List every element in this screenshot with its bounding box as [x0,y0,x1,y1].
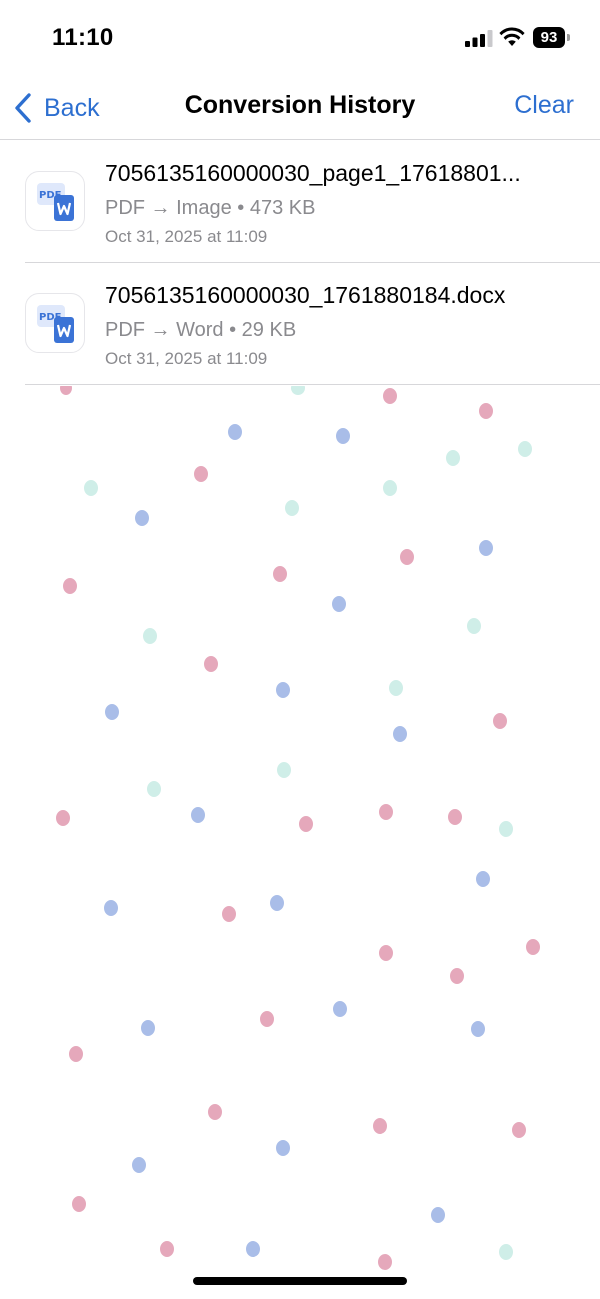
history-item[interactable]: PDF 7056135160000030_1761880184.docx PDF… [0,263,600,385]
file-meta: PDF → Word • 29 KB [105,319,297,341]
cellular-signal-icon [465,30,493,47]
file-size: 29 KB [241,319,297,341]
battery-level: 93 [533,27,565,48]
page-title: Conversion History [184,91,416,119]
wifi-icon [499,27,525,46]
conversion-type: PDF → Image [105,197,232,219]
row-divider [25,384,600,385]
history-item[interactable]: PDF 7056135160000030_page1_17618801... P… [0,141,600,263]
home-indicator[interactable] [193,1277,407,1285]
decorative-dot-pattern [56,386,540,1270]
file-date: Oct 31, 2025 at 11:09 [105,227,268,246]
pdf-convert-icon: PDF [25,171,85,231]
file-size: 473 KB [249,197,316,219]
file-meta: PDF → Image • 473 KB [105,197,316,219]
navigation-bar: Back Conversion History Clear [0,80,600,140]
file-name: 7056135160000030_page1_17618801... [105,160,521,186]
status-time: 11:10 [52,24,114,51]
file-date: Oct 31, 2025 at 11:09 [105,349,268,368]
battery-icon: 93 [533,27,573,48]
history-list: PDF 7056135160000030_page1_17618801... P… [0,141,600,385]
clear-button[interactable]: Clear [514,91,574,120]
pdf-convert-icon: PDF [25,293,85,353]
conversion-type: PDF → Word [105,319,224,341]
file-name: 7056135160000030_1761880184.docx [105,282,506,308]
status-bar: 11:10 93 [0,0,600,80]
